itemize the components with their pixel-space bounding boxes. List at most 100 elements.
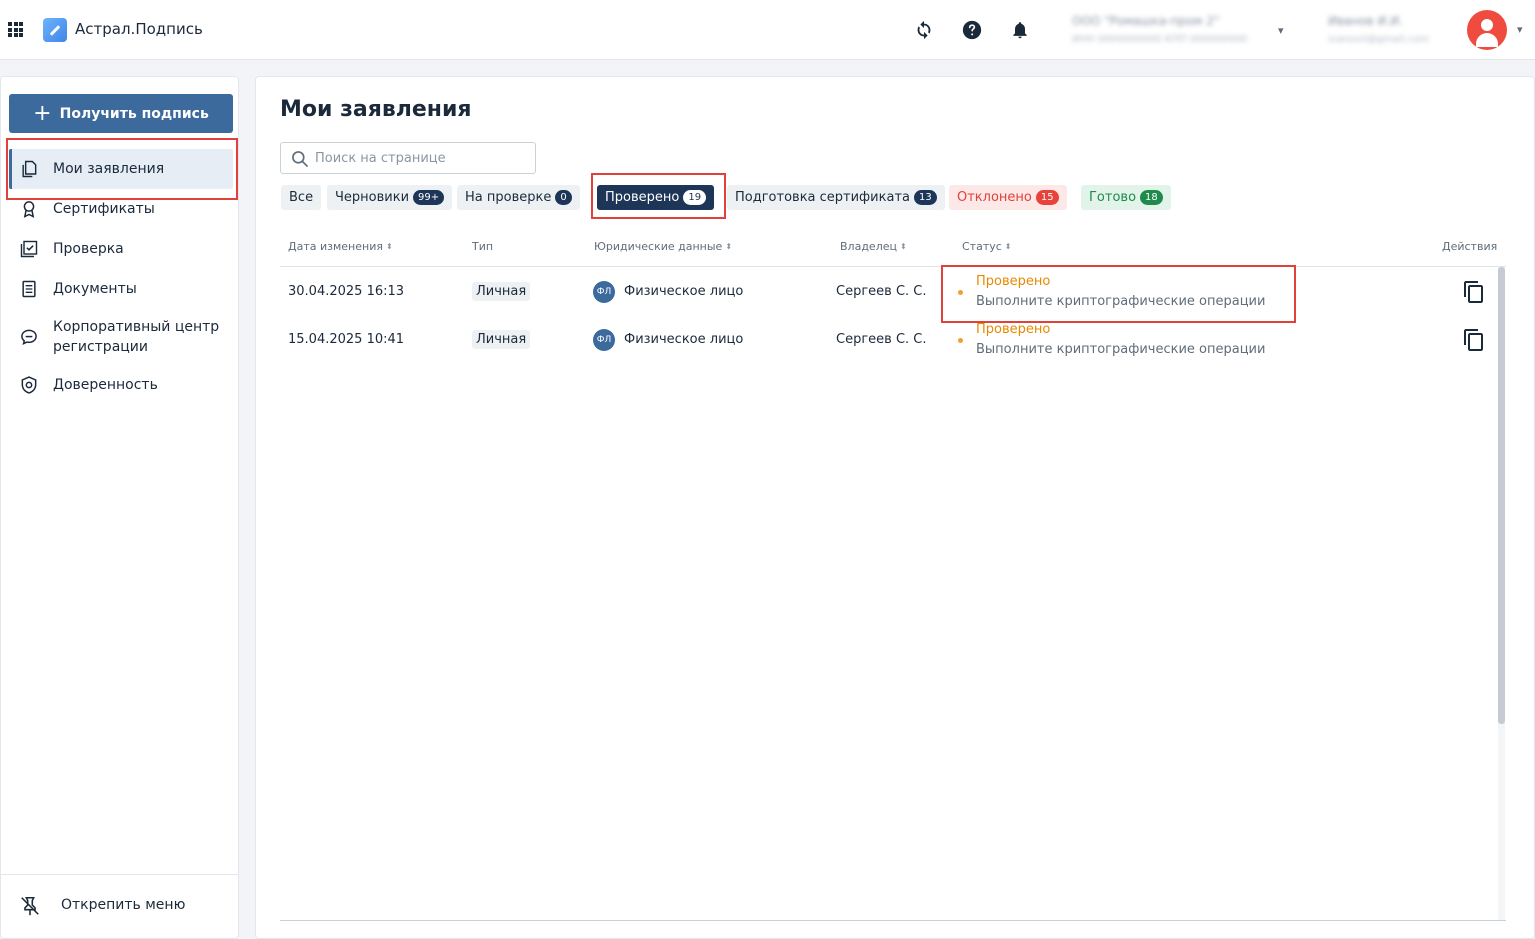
legal-cell: Физическое лицо <box>624 284 744 299</box>
date-cell: 15.04.2025 10:41 <box>288 332 405 347</box>
owner-cell: Сергеев С. С. <box>836 332 927 347</box>
user-chevron-down-icon[interactable]: ▾ <box>1517 23 1523 36</box>
tab-rejected[interactable]: Отклонено 15 <box>949 185 1067 210</box>
sidebar-item-power-of-attorney[interactable]: Доверенность <box>9 365 233 405</box>
count-badge: 18 <box>1140 190 1163 205</box>
sidebar-item-label: Корпоративный центр регистрации <box>53 319 220 355</box>
status-dot-icon <box>958 290 963 295</box>
sort-icon: ⬍ <box>385 241 393 251</box>
org-chevron-down-icon[interactable]: ▾ <box>1278 24 1284 37</box>
copy-icon <box>1464 281 1483 303</box>
table-row[interactable]: 15.04.2025 10:41 Личная ФЛ Физическое ли… <box>280 316 1506 364</box>
user-name[interactable]: Иванов И.И. <box>1328 14 1403 28</box>
scrollbar-thumb[interactable] <box>1498 267 1505 724</box>
sidebar-item-documents[interactable]: Документы <box>9 269 233 309</box>
column-header-legal[interactable]: Юридические данные ⬍ <box>594 240 732 253</box>
type-chip: Личная <box>472 282 531 301</box>
sort-icon: ⬍ <box>1004 241 1012 251</box>
date-cell: 30.04.2025 16:13 <box>288 284 405 299</box>
sidebar-item-verification[interactable]: Проверка <box>9 229 233 269</box>
certificate-icon <box>17 197 41 221</box>
sort-icon: ⬍ <box>725 241 733 251</box>
count-badge: 15 <box>1035 190 1059 205</box>
get-signature-button[interactable]: + Получить подпись <box>9 94 233 133</box>
sidebar-item-label: Сертификаты <box>53 201 155 217</box>
status-dot-icon <box>958 338 963 343</box>
column-header-status[interactable]: Статус ⬍ <box>962 240 1012 253</box>
avatar-icon[interactable] <box>1467 10 1507 50</box>
table-row[interactable]: 30.04.2025 16:13 Личная ФЛ Физическое ли… <box>280 268 1506 316</box>
column-header-actions: Действия <box>1442 240 1497 253</box>
documents-icon <box>17 157 41 181</box>
sort-icon: ⬍ <box>899 241 907 251</box>
sidebar-item-label: Проверка <box>53 241 124 257</box>
tab-ready[interactable]: Готово 18 <box>1081 185 1171 210</box>
search-field[interactable] <box>280 142 536 174</box>
page-title: Мои заявления <box>280 97 472 122</box>
legal-entity-badge: ФЛ <box>593 281 615 303</box>
user-email: ivanovii@gmail.com <box>1328 34 1430 45</box>
copy-button[interactable] <box>1462 280 1486 304</box>
document-icon <box>17 277 41 301</box>
tab-label: Все <box>289 190 314 205</box>
column-label: Владелец <box>840 240 897 253</box>
table-header-divider <box>280 266 1506 267</box>
sidebar-item-label: Мои заявления <box>53 161 165 177</box>
help-icon <box>962 20 982 40</box>
column-header-type: Тип <box>472 240 493 253</box>
app-header: Астрал.Подпись ООО "Ромашка-пром 2" ИНН … <box>0 0 1535 60</box>
tab-checked[interactable]: Проверено 19 <box>597 185 715 210</box>
main-content: Мои заявления Все Черновики 99+ На прове… <box>255 76 1535 939</box>
chat-icon <box>17 325 41 349</box>
tab-certificate-preparation[interactable]: Подготовка сертификата 13 <box>727 185 945 210</box>
status-note: Выполните криптографические операции <box>976 342 1266 357</box>
type-chip: Личная <box>472 330 531 349</box>
sidebar-item-corporate-center[interactable]: Корпоративный центр регистрации <box>9 309 233 365</box>
owner-cell: Сергеев С. С. <box>836 284 927 299</box>
help-button[interactable] <box>959 17 985 43</box>
status-label: Проверено <box>976 322 1051 337</box>
column-label: Действия <box>1442 240 1498 253</box>
apps-grid-icon[interactable] <box>8 22 23 37</box>
column-label: Статус <box>962 240 1002 253</box>
unpin-icon <box>19 895 41 921</box>
column-header-owner[interactable]: Владелец ⬍ <box>840 240 907 253</box>
app-title: Астрал.Подпись <box>75 20 203 38</box>
check-icon <box>17 237 41 261</box>
tab-label: Готово <box>1089 190 1137 205</box>
copy-icon <box>1464 329 1483 351</box>
column-label: Тип <box>472 240 494 253</box>
notifications-button[interactable] <box>1007 17 1033 43</box>
app-logo <box>43 18 67 42</box>
org-name[interactable]: ООО "Ромашка-пром 2" <box>1072 14 1219 28</box>
column-header-date[interactable]: Дата изменения ⬍ <box>288 240 393 253</box>
sidebar-item-label: Доверенность <box>53 377 158 393</box>
count-badge: 99+ <box>413 190 445 205</box>
sidebar-item-my-applications[interactable]: Мои заявления <box>9 149 233 189</box>
tab-drafts[interactable]: Черновики 99+ <box>327 185 453 210</box>
tab-under-review[interactable]: На проверке 0 <box>457 185 580 210</box>
sidebar: + Получить подпись Мои заявления Сертифи… <box>0 76 239 939</box>
sidebar-item-label: Документы <box>53 281 137 297</box>
count-badge: 19 <box>683 190 707 205</box>
legal-entity-badge: ФЛ <box>593 329 615 351</box>
search-input[interactable] <box>315 148 525 168</box>
tab-label: Отклонено <box>957 190 1032 205</box>
sidebar-divider <box>1 874 238 875</box>
search-icon <box>292 151 308 167</box>
shield-icon <box>17 373 41 397</box>
status-note: Выполните криптографические операции <box>976 294 1266 309</box>
refresh-button[interactable] <box>911 17 937 43</box>
tab-label: Проверено <box>605 190 680 205</box>
sidebar-item-certificates[interactable]: Сертификаты <box>9 189 233 229</box>
copy-button[interactable] <box>1462 328 1486 352</box>
tab-label: Черновики <box>335 190 410 205</box>
unpin-menu-button[interactable]: Открепить меню <box>9 892 233 922</box>
column-label: Дата изменения <box>288 240 383 253</box>
tab-all[interactable]: Все <box>281 185 322 210</box>
bell-icon <box>1013 22 1027 39</box>
count-badge: 0 <box>555 190 572 205</box>
get-signature-label: Получить подпись <box>59 105 209 122</box>
table-scrollbar[interactable] <box>1498 267 1505 921</box>
plus-icon: + <box>33 100 52 126</box>
